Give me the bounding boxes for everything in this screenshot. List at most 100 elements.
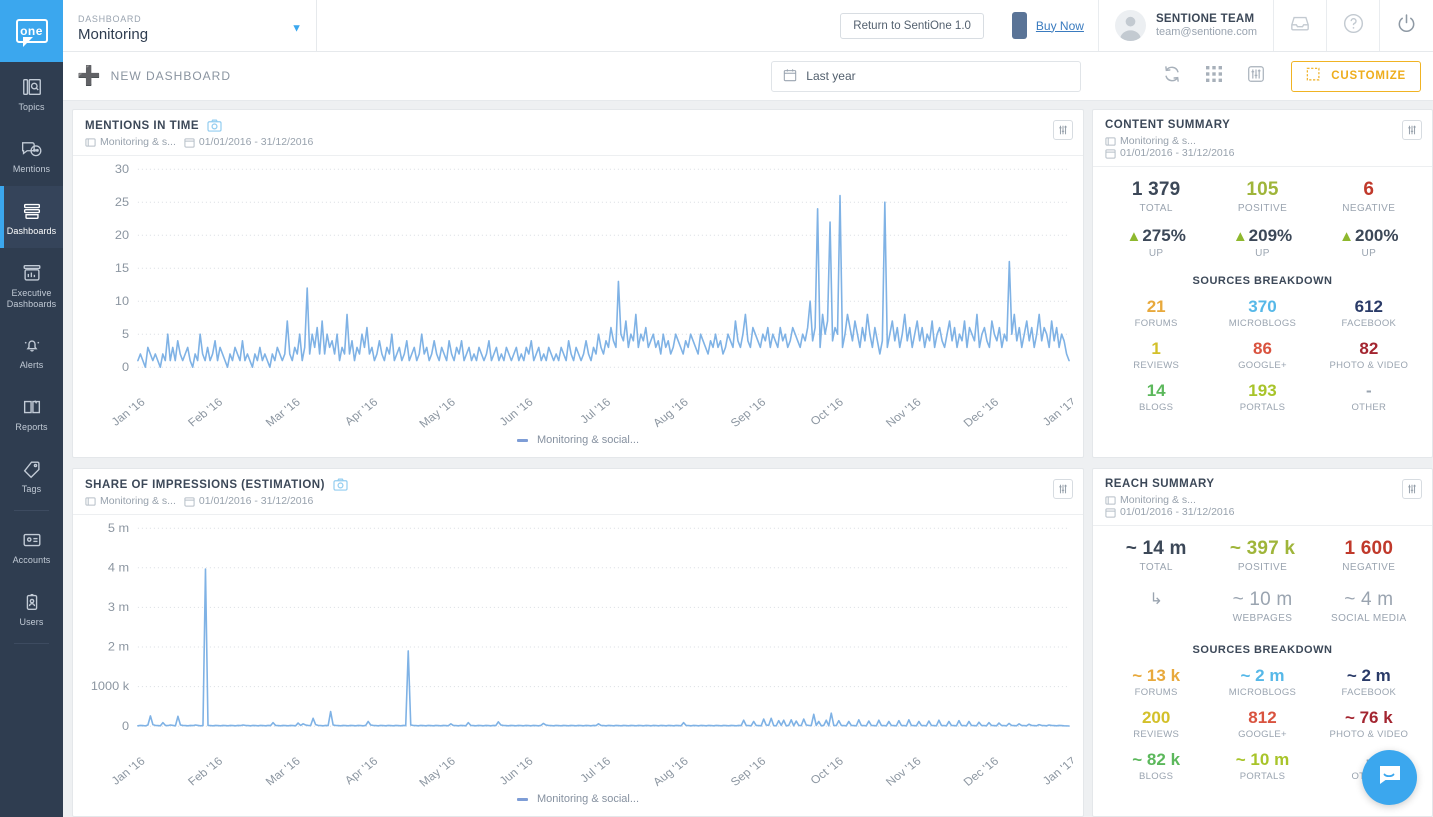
accounts-icon (21, 528, 43, 552)
svg-text:Oct '16: Oct '16 (808, 396, 846, 428)
delta-negative: ▲ 200% UP (1316, 226, 1422, 259)
panel-date-label: 01/01/2016 - 31/12/2016 (1120, 147, 1235, 159)
calendar-icon (783, 68, 797, 85)
camera-icon[interactable] (333, 478, 348, 491)
user-menu[interactable]: SENTIONE TEAM team@sentione.com (1097, 0, 1274, 51)
svg-text:Jan '17: Jan '17 (1040, 396, 1073, 429)
panel-source: Monitoring & s... (85, 495, 176, 507)
breakdown-title: SOURCES BREAKDOWN (1192, 644, 1333, 656)
svg-text:0: 0 (122, 360, 129, 373)
share-of-impressions-chart[interactable]: 0 1000 k 2 m 3 m 4 m 5 m Jan '16 Feb '16 Mar '16… (83, 521, 1073, 791)
breakdown-caption: FORUMS (1134, 318, 1178, 329)
panel-subheader: Monitoring & s... 01/01/2016 - 31/12/201… (1105, 135, 1420, 159)
sidebar-item-mentions[interactable]: Mentions (0, 124, 63, 186)
metric-value: 6 (1363, 179, 1375, 200)
panel-title-row: SHARE OF IMPRESSIONS (ESTIMATION) (85, 478, 1071, 491)
legend-swatch (516, 797, 528, 801)
sidebar-item-label: Reports (15, 422, 48, 433)
dashboard-toolbar: ➕ NEW DASHBOARD Last year CUSTOMIZE (63, 52, 1433, 101)
breakdown-cell: 193 PORTALS (1209, 381, 1315, 413)
breakdown-caption: FACEBOOK (1341, 318, 1397, 329)
panel-settings-button[interactable] (1402, 479, 1422, 499)
panel-title: CONTENT SUMMARY (1105, 119, 1231, 131)
breakdown-value: ~ 2 m (1240, 666, 1285, 685)
chevron-down-icon[interactable]: ▼ (291, 22, 302, 34)
panel-settings-button[interactable] (1402, 120, 1422, 140)
breakdown-row: 21 FORUMS 370 MICROBLOGS 612 FACEBOOK (1103, 297, 1422, 329)
breakdown-caption: GOOGLE+ (1238, 729, 1287, 740)
grid-view-button[interactable] (1193, 57, 1235, 95)
refresh-button[interactable] (1151, 57, 1193, 95)
breakdown-caption: GOOGLE+ (1238, 360, 1287, 371)
breakdown-caption: PHOTO & VIDEO (1329, 360, 1409, 371)
delta-row: ▲ 200% (1316, 226, 1422, 246)
sidebar-item-label: Accounts (12, 555, 51, 566)
sidebar-divider (14, 510, 49, 511)
sub-metric-indent: ↳ (1103, 589, 1209, 624)
svg-text:Jun '16: Jun '16 (497, 396, 536, 429)
buy-now-link[interactable]: Buy Now (1036, 19, 1084, 33)
return-to-sentione-button[interactable]: Return to SentiOne 1.0 (840, 12, 984, 39)
sidebar-item-alerts[interactable]: Alerts (0, 320, 63, 382)
svg-text:15: 15 (115, 261, 129, 274)
breakdown-cell: ~ 76 k PHOTO & VIDEO (1316, 708, 1422, 740)
topics-icon (21, 75, 43, 99)
panel-mentions-in-time: MENTIONS IN TIME Monitoring & s... 01/01… (72, 109, 1084, 458)
date-range-value: Last year (806, 69, 856, 83)
svg-text:4 m: 4 m (108, 561, 129, 574)
dashboard-content: MENTIONS IN TIME Monitoring & s... 01/01… (63, 101, 1433, 817)
panel-body: 0 5 10 15 20 25 30 Jan '16 Feb '16 Mar '16 Apr '16… (73, 156, 1083, 454)
breakdown-value: 82 (1359, 339, 1379, 358)
sidebar-item-topics[interactable]: Topics (0, 62, 63, 124)
svg-text:30: 30 (115, 162, 129, 175)
help-button[interactable] (1327, 0, 1380, 51)
delta-caption: UP (1255, 248, 1270, 259)
svg-text:10: 10 (115, 294, 129, 307)
breakdown-cell: 14 BLOGS (1103, 381, 1209, 413)
breakdown-value: 370 (1248, 297, 1277, 316)
sub-metric-social-media: ~ 4 m SOCIAL MEDIA (1316, 589, 1422, 624)
app-logo[interactable]: one (0, 0, 63, 62)
sidebar-item-reports[interactable]: Reports (0, 382, 63, 444)
metric-value: 1 600 (1344, 538, 1394, 559)
left-column: MENTIONS IN TIME Monitoring & s... 01/01… (63, 109, 1092, 817)
sidebar-item-accounts[interactable]: Accounts (0, 515, 63, 577)
breakdown-row: 1 REVIEWS 86 GOOGLE+ 82 PHOTO & VIDEO (1103, 339, 1422, 371)
intercom-chat-button[interactable] (1362, 750, 1417, 805)
panel-settings-button[interactable] (1053, 120, 1073, 140)
sidebar-item-dashboards[interactable]: Dashboards (0, 186, 63, 248)
dashboard-selector[interactable]: DASHBOARD Monitoring ▼ (63, 0, 317, 51)
customize-button[interactable]: CUSTOMIZE (1291, 60, 1421, 92)
panel-date-label: 01/01/2016 - 31/12/2016 (1120, 506, 1235, 518)
breakdown-cell: ~ 10 m PORTALS (1209, 750, 1315, 782)
logout-button[interactable] (1380, 0, 1433, 51)
breakdown-value: ~ 82 k (1132, 750, 1181, 769)
chat-bubble-icon (1376, 761, 1404, 794)
svg-text:20: 20 (115, 228, 129, 241)
panel-settings-button[interactable] (1053, 479, 1073, 499)
metric-caption: POSITIVE (1237, 203, 1288, 214)
svg-text:Nov '16: Nov '16 (884, 755, 925, 789)
new-dashboard-button[interactable]: ➕ NEW DASHBOARD (63, 67, 231, 86)
sidebar-item-users[interactable]: Users (0, 577, 63, 639)
users-icon (21, 590, 43, 614)
camera-icon[interactable] (207, 119, 222, 132)
chart-legend: Monitoring & social... (83, 793, 1073, 805)
mentions-in-time-chart[interactable]: 0 5 10 15 20 25 30 Jan '16 Feb '16 Mar '16 Apr '16… (83, 162, 1073, 432)
sidebar-item-executive-dashboards[interactable]: Executive Dashboards (0, 248, 63, 320)
executive-dashboards-icon (21, 261, 43, 285)
breakdown-caption: PORTALS (1239, 402, 1286, 413)
sub-metric-caption: WEBPAGES (1232, 613, 1293, 624)
sidebar-item-label: Dashboards (6, 226, 57, 237)
panel-header: REACH SUMMARY Monitoring & s... 01/01/20… (1093, 469, 1432, 526)
metric-caption: TOTAL (1139, 203, 1173, 214)
content-summary-metrics: 1 379 TOTAL 105 POSITIVE 6 NEGATIVE (1103, 179, 1422, 214)
panel-header: CONTENT SUMMARY Monitoring & s... 01/01/… (1093, 110, 1432, 167)
svg-text:Sep '16: Sep '16 (728, 755, 769, 789)
sidebar-item-tags[interactable]: Tags (0, 444, 63, 506)
filter-settings-button[interactable] (1235, 57, 1277, 95)
date-range-picker[interactable]: Last year (771, 60, 1082, 92)
metric-negative: 6 NEGATIVE (1316, 179, 1422, 214)
inbox-button[interactable] (1274, 0, 1327, 51)
